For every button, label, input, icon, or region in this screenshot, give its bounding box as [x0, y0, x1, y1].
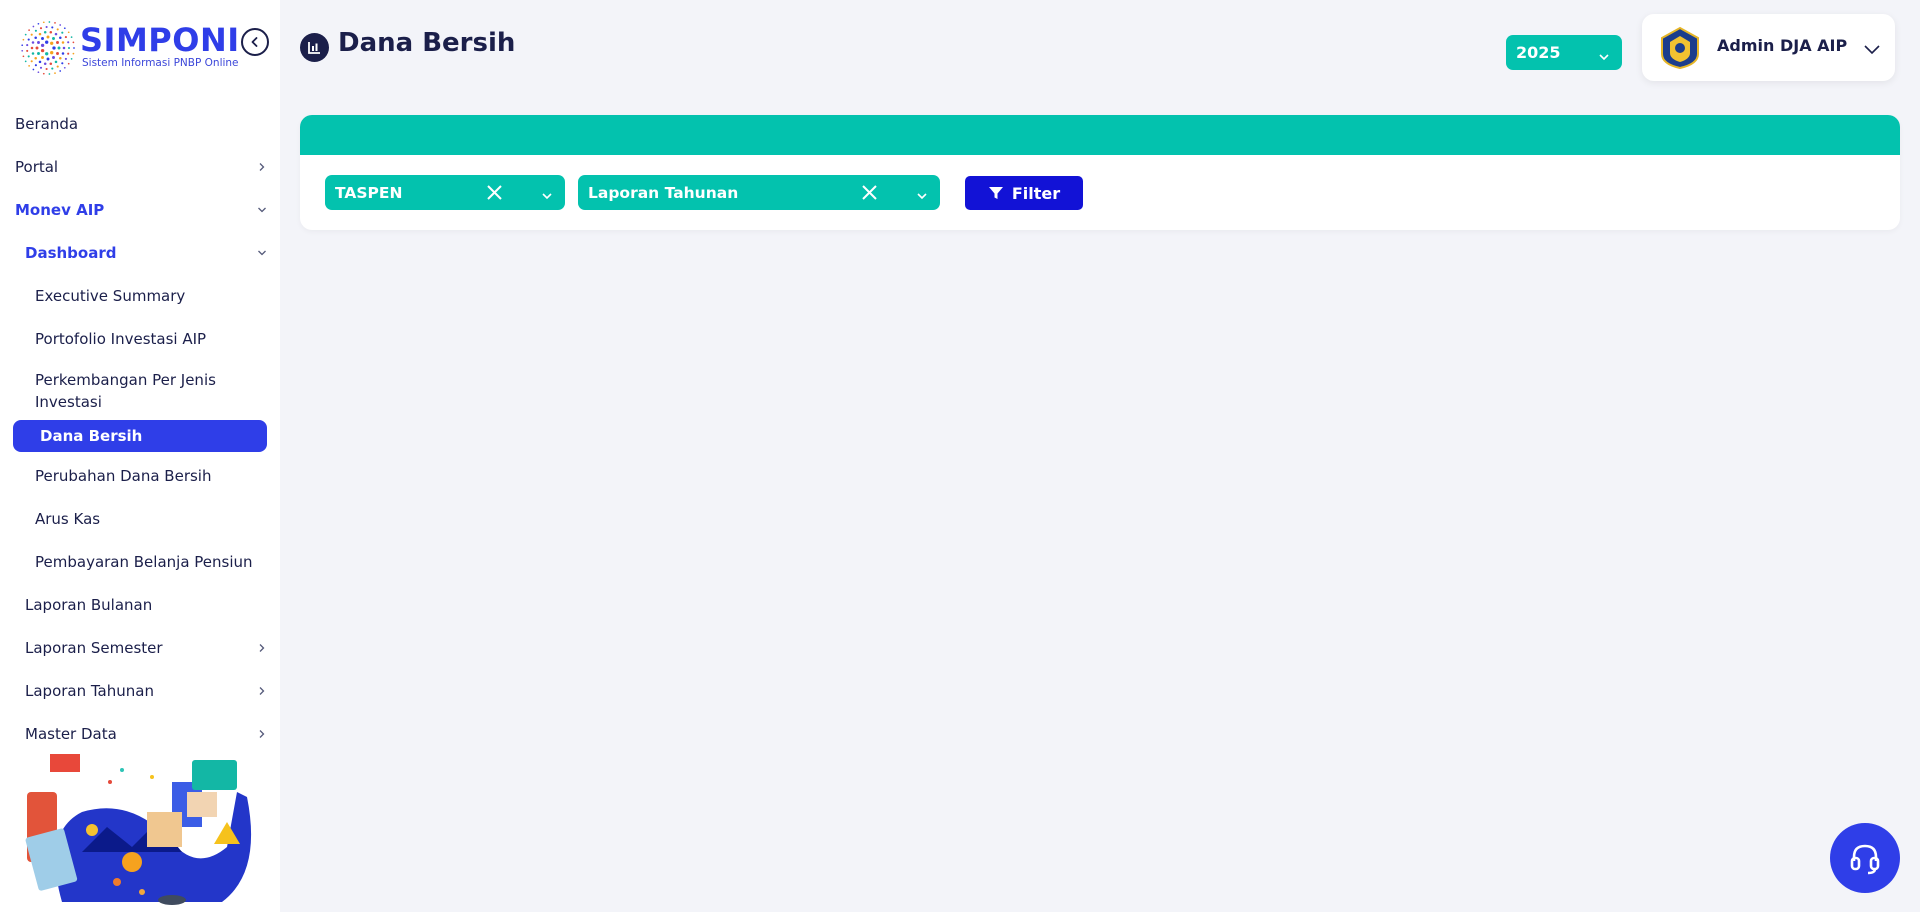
- brand-tagline: Sistem Informasi PNBP Online: [82, 57, 239, 69]
- sidebar-item-label: Executive Summary: [35, 286, 186, 305]
- filter-button[interactable]: Filter: [965, 176, 1083, 210]
- chevron-left-icon: [251, 37, 258, 47]
- page-title: Dana Bersih: [338, 28, 516, 58]
- chevron-right-icon: [256, 685, 268, 697]
- sidebar-item-label: Perkembangan Per Jenis Investasi: [35, 371, 216, 411]
- report-type-select[interactable]: Laporan Tahunan: [578, 175, 940, 210]
- sidebar-item-label: Pembayaran Belanja Pensiun: [35, 552, 253, 571]
- user-name: Admin DJA AIP: [1717, 36, 1848, 55]
- sidebar-item-label: Master Data: [25, 724, 117, 743]
- entity-select-value: TASPEN: [335, 183, 403, 202]
- sidebar-item-perubahan-dana-bersih[interactable]: Perubahan Dana Bersih: [0, 454, 280, 497]
- funnel-icon: [988, 187, 1003, 199]
- sidebar-item-dana-bersih[interactable]: Dana Bersih: [13, 420, 267, 452]
- chevron-down-icon: [256, 247, 268, 259]
- sidebar-item-label: Beranda: [15, 114, 79, 133]
- app-logo[interactable]: SIMPONI Sistem Informasi PNBP Online: [18, 18, 239, 78]
- sidebar-item-master-data[interactable]: Master Data: [0, 712, 280, 755]
- report-type-select-value: Laporan Tahunan: [588, 183, 739, 202]
- headset-icon: [1850, 844, 1880, 875]
- sidebar-item-arus-kas[interactable]: Arus Kas: [0, 497, 280, 540]
- chevron-down-icon: [1863, 40, 1881, 59]
- sidebar-item-label: Laporan Semester: [25, 638, 163, 657]
- filter-panel: TASPEN Laporan Tahunan Filter: [300, 115, 1900, 230]
- sidebar-illustration: [25, 754, 252, 905]
- sidebar-item-label: Monev AIP: [15, 200, 105, 219]
- panel-header-bar: [300, 115, 1900, 155]
- sidebar-item-monev-aip[interactable]: Monev AIP: [0, 188, 280, 231]
- sidebar-item-label: Portofolio Investasi AIP: [35, 329, 207, 348]
- chevron-down-icon: [916, 187, 928, 205]
- sidebar-item-label: Laporan Bulanan: [25, 595, 153, 614]
- entity-select[interactable]: TASPEN: [325, 175, 565, 210]
- year-select[interactable]: 2025: [1506, 35, 1622, 70]
- chevron-down-icon: [541, 187, 553, 205]
- logo-dots-icon: [21, 21, 75, 75]
- sidebar-item-pembayaran-belanja-pensiun[interactable]: Pembayaran Belanja Pensiun: [0, 540, 280, 583]
- sidebar-item-beranda[interactable]: Beranda: [0, 102, 280, 145]
- filter-button-label: Filter: [1011, 183, 1061, 203]
- sidebar: SIMPONI Sistem Informasi PNBP Online Ber…: [0, 0, 280, 912]
- sidebar-item-perkembangan-per-jenis-investasi[interactable]: Perkembangan Per Jenis Investasi: [0, 360, 280, 418]
- chevron-right-icon: [256, 642, 268, 654]
- chart-icon: [300, 33, 329, 62]
- sidebar-menu: Beranda Portal Monev AIP Dashboard Execu…: [0, 102, 280, 755]
- clear-icon[interactable]: [861, 184, 878, 201]
- sidebar-item-portofolio-investasi-aip[interactable]: Portofolio Investasi AIP: [0, 317, 280, 360]
- chevron-down-icon: [256, 204, 268, 216]
- user-menu[interactable]: Admin DJA AIP: [1642, 14, 1895, 81]
- kemenkeu-emblem-icon: [1661, 26, 1699, 70]
- sidebar-item-label: Dashboard: [25, 243, 117, 262]
- sidebar-item-label: Arus Kas: [35, 509, 101, 528]
- sidebar-item-label: Laporan Tahunan: [25, 681, 154, 700]
- sidebar-item-laporan-tahunan[interactable]: Laporan Tahunan: [0, 669, 280, 712]
- sidebar-item-label: Portal: [15, 157, 59, 176]
- sidebar-item-executive-summary[interactable]: Executive Summary: [0, 274, 280, 317]
- sidebar-item-laporan-semester[interactable]: Laporan Semester: [0, 626, 280, 669]
- sidebar-item-dashboard[interactable]: Dashboard: [0, 231, 280, 274]
- sidebar-item-portal[interactable]: Portal: [0, 145, 280, 188]
- sidebar-item-label: Dana Bersih: [40, 427, 143, 445]
- sidebar-item-laporan-bulanan[interactable]: Laporan Bulanan: [0, 583, 280, 626]
- sidebar-item-label: Perubahan Dana Bersih: [35, 466, 212, 485]
- chevron-down-icon: [1598, 47, 1610, 66]
- brand-name: SIMPONI: [80, 21, 240, 59]
- help-support-button[interactable]: [1830, 823, 1900, 893]
- clear-icon[interactable]: [486, 184, 503, 201]
- sidebar-collapse-button[interactable]: [241, 28, 269, 56]
- chevron-right-icon: [256, 161, 268, 173]
- year-select-value: 2025: [1516, 43, 1561, 62]
- chevron-right-icon: [256, 728, 268, 740]
